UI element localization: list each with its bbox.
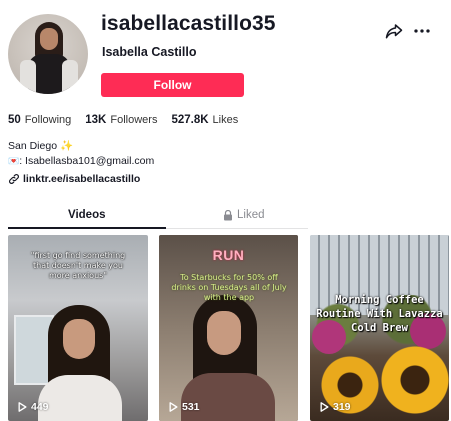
thumbnail-person-body	[38, 375, 122, 421]
following-count[interactable]: 50	[8, 114, 21, 126]
video-caption: "first go find something that doesn't ma…	[30, 251, 126, 280]
play-icon	[169, 402, 178, 412]
bio-link[interactable]: linktr.ee/isabellacastillo	[8, 173, 140, 185]
share-icon[interactable]	[385, 22, 403, 40]
play-icon	[320, 402, 329, 412]
video-caption: To Starbucks for 50% off drinks on Tuesd…	[171, 273, 287, 302]
avatar[interactable]	[8, 14, 88, 94]
bio-email: : Isabellasba101@gmail.com	[19, 155, 155, 167]
avatar-jacket-left	[20, 60, 36, 94]
tab-liked-label: Liked	[237, 209, 265, 221]
likes-label: Likes	[212, 114, 239, 126]
lock-icon	[224, 209, 232, 220]
video-thumbnail[interactable]: Morning Coffee Routine With Lavazza Cold…	[310, 235, 449, 421]
profile-bio: San Diego ✨ 💌: Isabellasba101@gmail.com	[8, 139, 154, 169]
video-overlay-title: RUN	[212, 247, 245, 263]
more-icon[interactable]	[413, 22, 431, 40]
video-views: 531	[169, 401, 200, 413]
profile-stats: 50 Following 13K Followers 527.8K Likes	[8, 114, 252, 126]
video-views: 319	[320, 401, 351, 413]
link-icon	[9, 174, 19, 184]
profile-tabs: Videos Liked	[8, 205, 308, 229]
followers-count[interactable]: 13K	[85, 114, 106, 126]
bio-location: San Diego	[8, 140, 58, 152]
video-view-count: 449	[31, 401, 49, 413]
followers-label[interactable]: Followers	[110, 114, 157, 126]
tab-videos[interactable]: Videos	[68, 209, 106, 221]
thumbnail-sunflower	[380, 345, 449, 415]
tab-active-indicator	[8, 227, 166, 229]
avatar-jacket-right	[62, 60, 78, 94]
thumbnail-person-face	[63, 319, 95, 359]
video-thumbnail[interactable]: RUN To Starbucks for 50% off drinks on T…	[159, 235, 298, 421]
video-views: 449	[18, 401, 49, 413]
video-caption: Morning Coffee Routine With Lavazza Cold…	[316, 294, 443, 334]
likes-count: 527.8K	[171, 114, 209, 126]
video-thumbnail[interactable]: "first go find something that doesn't ma…	[8, 235, 148, 421]
tab-liked[interactable]: Liked	[223, 209, 265, 221]
love-letter-icon: 💌	[8, 156, 20, 166]
video-view-count: 531	[182, 401, 200, 413]
thumbnail-person-face	[207, 311, 241, 355]
video-view-count: 319	[333, 401, 351, 413]
bio-email-line: 💌: Isabellasba101@gmail.com	[8, 154, 154, 169]
sparkle-icon: ✨	[59, 140, 74, 152]
play-icon	[18, 402, 27, 412]
profile-display-name: Isabella Castillo	[102, 45, 197, 59]
following-label[interactable]: Following	[25, 114, 71, 126]
bio-location-line: San Diego ✨	[8, 139, 154, 154]
bio-link-text[interactable]: linktr.ee/isabellacastillo	[23, 173, 140, 185]
profile-username: isabellacastillo35	[101, 12, 276, 35]
thumbnail-person-body	[181, 373, 275, 421]
follow-button[interactable]: Follow	[101, 73, 244, 97]
avatar-face	[40, 28, 58, 50]
